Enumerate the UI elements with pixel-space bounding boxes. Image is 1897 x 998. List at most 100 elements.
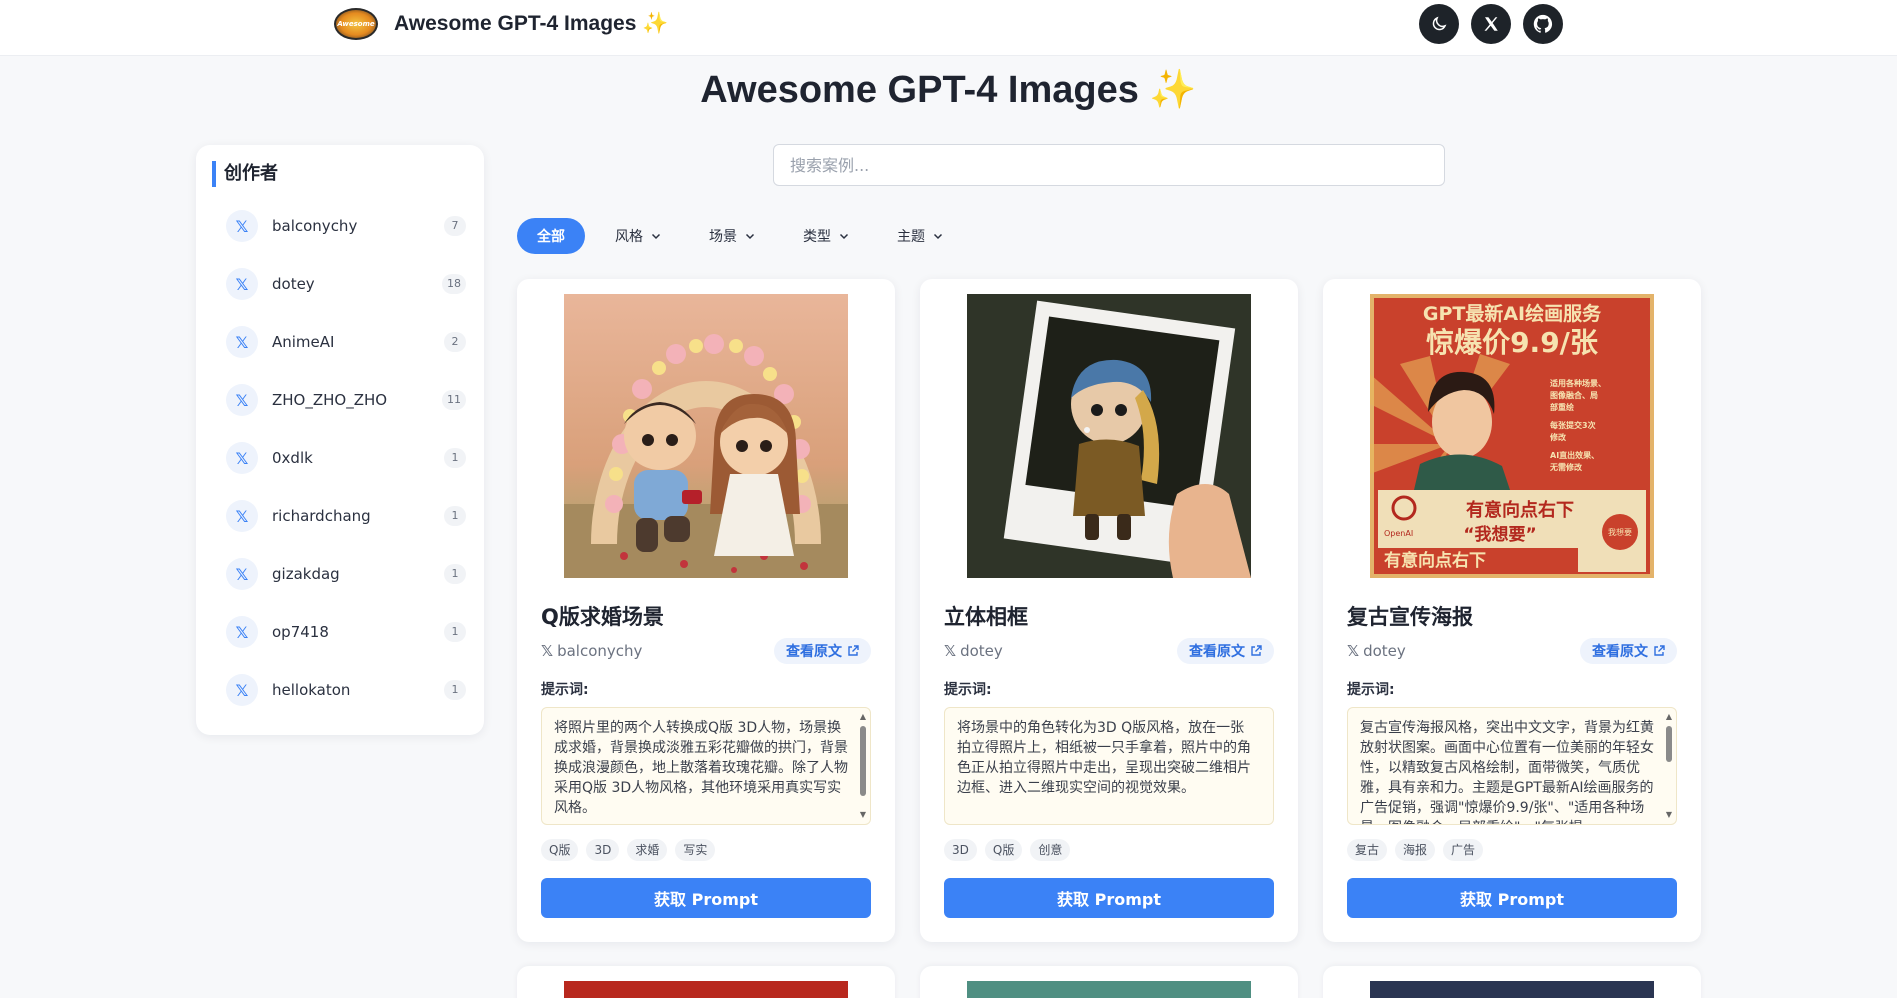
get-prompt-button[interactable]: 获取 Prompt (1347, 878, 1677, 918)
creator-count-badge: 1 (444, 506, 466, 526)
poster-side-2: 部重绘 (1550, 402, 1574, 412)
source-label: 查看原文 (1189, 644, 1245, 660)
retro-poster-illustration: GPT最新AI绘画服务 惊爆价9.9/张 适用各种场景、 图像融合、局 部重绘 … (1370, 294, 1654, 578)
prompt-text-area[interactable]: 将场景中的角色转化为3D Q版风格，放在一张拍立得照片上，相纸被一只手拿着，照片… (944, 707, 1274, 825)
creators-sidebar: 创作者 𝕏 balconychy 7 𝕏 dotey 18 𝕏 AnimeAI … (196, 145, 484, 735)
tag[interactable]: Q版 (984, 839, 1023, 861)
creator-item[interactable]: 𝕏 ZHO_ZHO_ZHO 11 (226, 371, 466, 429)
filter-label: 主题 (897, 229, 925, 245)
tag[interactable]: 写实 (675, 839, 716, 861)
x-logo-icon: 𝕏 (541, 642, 554, 660)
view-source-link[interactable]: 查看原文 (774, 638, 871, 664)
case-image-partial[interactable] (564, 981, 848, 998)
view-source-link[interactable]: 查看原文 (1580, 638, 1677, 664)
polaroid-illustration (967, 294, 1251, 578)
x-logo-icon: 𝕏 (226, 674, 258, 706)
tag[interactable]: 3D (944, 839, 977, 861)
theme-toggle-button[interactable] (1419, 4, 1459, 44)
filter-style-dropdown[interactable]: 风格 (615, 218, 661, 254)
creator-item[interactable]: 𝕏 gizakdag 1 (226, 545, 466, 603)
tag[interactable]: Q版 (541, 839, 579, 861)
brand[interactable]: Awesome Awesome GPT-4 Images ✨ (334, 6, 668, 42)
prompt-text-area[interactable]: 将照片里的两个人转换成Q版 3D人物，场景换成求婚，背景换成淡雅五彩花瓣做的拱门… (541, 707, 871, 825)
x-logo-icon: 𝕏 (226, 268, 258, 300)
creator-count-badge: 7 (444, 216, 466, 236)
creator-name: 0xdlk (272, 449, 313, 467)
case-card-partial (517, 966, 895, 998)
card-author[interactable]: 𝕏 dotey (1347, 642, 1406, 660)
card-author[interactable]: 𝕏 balconychy (541, 642, 642, 660)
creator-count-badge: 18 (442, 274, 466, 294)
get-prompt-button[interactable]: 获取 Prompt (944, 878, 1274, 918)
prompt-text-area[interactable]: 复古宣传海报风格，突出中文文字，背景为红黄放射状图案。画面中心位置有一位美丽的年… (1347, 707, 1677, 825)
tag-list: Q版 3D 求婚 写实 (541, 839, 716, 861)
sidebar-title: 创作者 (212, 161, 278, 187)
app-title: Awesome GPT-4 Images ✨ (394, 12, 669, 35)
filter-type-dropdown[interactable]: 类型 (803, 218, 849, 254)
prompt-label: 提示词: (944, 682, 992, 698)
case-image[interactable] (967, 294, 1251, 578)
external-link-icon (1654, 645, 1665, 656)
poster-side-3: 每张提交3次 (1550, 420, 1596, 430)
case-image[interactable] (564, 294, 848, 578)
filter-all-chip[interactable]: 全部 (517, 218, 585, 254)
creator-item[interactable]: 𝕏 0xdlk 1 (226, 429, 466, 487)
creator-item[interactable]: 𝕏 balconychy 7 (226, 197, 466, 255)
card-title: Q版求婚场景 (541, 605, 664, 629)
creator-name: ZHO_ZHO_ZHO (272, 391, 388, 409)
source-label: 查看原文 (786, 644, 842, 660)
creator-item[interactable]: 𝕏 richardchang 1 (226, 487, 466, 545)
prompt-label: 提示词: (1347, 682, 1395, 698)
chevron-down-icon (651, 233, 661, 240)
scrollbar[interactable]: ▲ ▼ (858, 712, 868, 820)
tag-list: 3D Q版 创意 (944, 839, 1071, 861)
filter-bar: 全部 风格 场景 类型 主题 (517, 218, 943, 254)
creator-name: balconychy (272, 217, 358, 235)
poster-side-5: AI直出效果、 (1550, 450, 1599, 460)
tag[interactable]: 广告 (1443, 839, 1484, 861)
author-name: balconychy (557, 642, 643, 660)
prompt-label: 提示词: (541, 682, 589, 698)
get-prompt-button[interactable]: 获取 Prompt (541, 878, 871, 918)
view-source-link[interactable]: 查看原文 (1177, 638, 1274, 664)
tag[interactable]: 复古 (1347, 839, 1388, 861)
poster-cta2: “我想要” (1463, 524, 1536, 545)
author-name: dotey (1363, 642, 1406, 660)
filter-topic-dropdown[interactable]: 主题 (897, 218, 943, 254)
case-image-partial[interactable] (967, 981, 1251, 998)
creator-count-badge: 1 (444, 680, 466, 700)
creator-name: gizakdag (272, 565, 340, 583)
filter-scene-dropdown[interactable]: 场景 (709, 218, 755, 254)
creator-item[interactable]: 𝕏 hellokaton 1 (226, 661, 466, 719)
x-logo-icon: 𝕏 (1347, 642, 1360, 660)
x-logo-icon (1484, 17, 1498, 31)
top-navbar: Awesome Awesome GPT-4 Images ✨ (0, 0, 1897, 56)
chevron-down-icon (839, 233, 849, 240)
poster-line2: 惊爆价9.9/张 (1426, 326, 1598, 359)
poster-side-1: 图像融合、局 (1550, 390, 1598, 400)
tag[interactable]: 求婚 (627, 839, 668, 861)
creator-item[interactable]: 𝕏 dotey 18 (226, 255, 466, 313)
case-card-partial (920, 966, 1298, 998)
poster-line1: GPT最新AI绘画服务 (1423, 302, 1602, 325)
tag[interactable]: 3D (586, 839, 620, 861)
creator-item[interactable]: 𝕏 op7418 1 (226, 603, 466, 661)
creator-count-badge: 2 (444, 332, 466, 352)
card-author[interactable]: 𝕏 dotey (944, 642, 1003, 660)
poster-cta1: 有意向点右下 (1466, 499, 1574, 521)
github-link-button[interactable] (1523, 4, 1563, 44)
creator-item[interactable]: 𝕏 AnimeAI 2 (226, 313, 466, 371)
tag[interactable]: 创意 (1030, 839, 1071, 861)
poster-stamp: 我想要 (1608, 527, 1632, 537)
x-logo-icon: 𝕏 (226, 326, 258, 358)
scrollbar[interactable]: ▲ ▼ (1664, 712, 1674, 820)
case-image[interactable]: GPT最新AI绘画服务 惊爆价9.9/张 适用各种场景、 图像融合、局 部重绘 … (1370, 294, 1654, 578)
tag[interactable]: 海报 (1395, 839, 1436, 861)
x-logo-icon: 𝕏 (226, 500, 258, 532)
case-card: Q版求婚场景 𝕏 balconychy 查看原文 提示词: 将照片里的两个人转换… (517, 279, 895, 942)
filter-label: 类型 (803, 229, 831, 245)
x-link-button[interactable] (1471, 4, 1511, 44)
search-input[interactable] (773, 144, 1445, 186)
prompt-text: 将照片里的两个人转换成Q版 3D人物，场景换成求婚，背景换成淡雅五彩花瓣做的拱门… (554, 720, 848, 816)
case-image-partial[interactable] (1370, 981, 1654, 998)
